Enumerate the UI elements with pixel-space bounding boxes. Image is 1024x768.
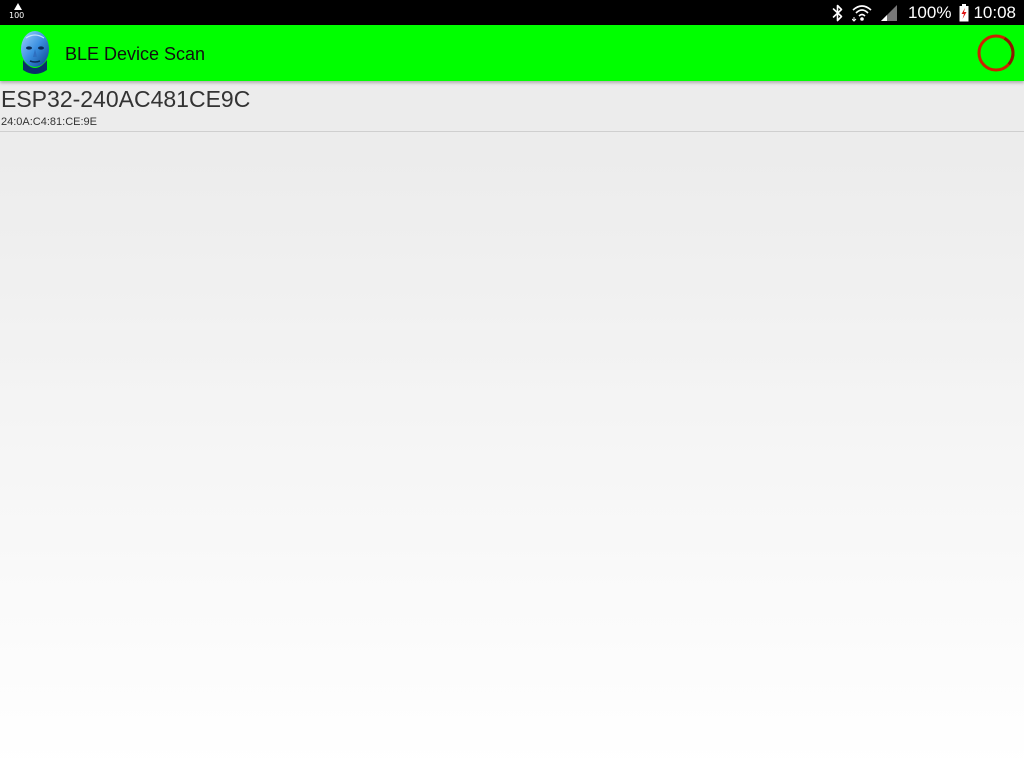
upload-notification-icon: 100	[8, 2, 30, 22]
status-icons: 100% 10:08	[824, 0, 1016, 25]
battery-charging-icon	[959, 3, 969, 22]
device-list: ESP32-240AC481CE9C 24:0A:C4:81:CE:9E	[0, 81, 1024, 132]
notification-count: 100	[9, 11, 25, 20]
scan-progress-indicator[interactable]	[976, 33, 1016, 73]
cell-signal-icon	[880, 4, 898, 22]
status-bar: 100 100% 10:08	[0, 0, 1024, 25]
device-name: ESP32-240AC481CE9C	[1, 86, 251, 112]
battery-percent: 100%	[907, 2, 952, 22]
device-list-item[interactable]: ESP32-240AC481CE9C 24:0A:C4:81:CE:9E	[0, 81, 1024, 132]
device-address: 24:0A:C4:81:CE:9E	[1, 116, 98, 128]
progress-ring-icon	[977, 34, 1015, 72]
wifi-icon	[851, 4, 872, 22]
upload-arrow-icon	[14, 3, 22, 10]
app-face-icon	[17, 30, 53, 76]
bluetooth-icon	[832, 4, 844, 22]
clock: 10:08	[973, 2, 1016, 22]
action-bar: BLE Device Scan	[0, 25, 1024, 81]
app-title: BLE Device Scan	[65, 44, 206, 64]
